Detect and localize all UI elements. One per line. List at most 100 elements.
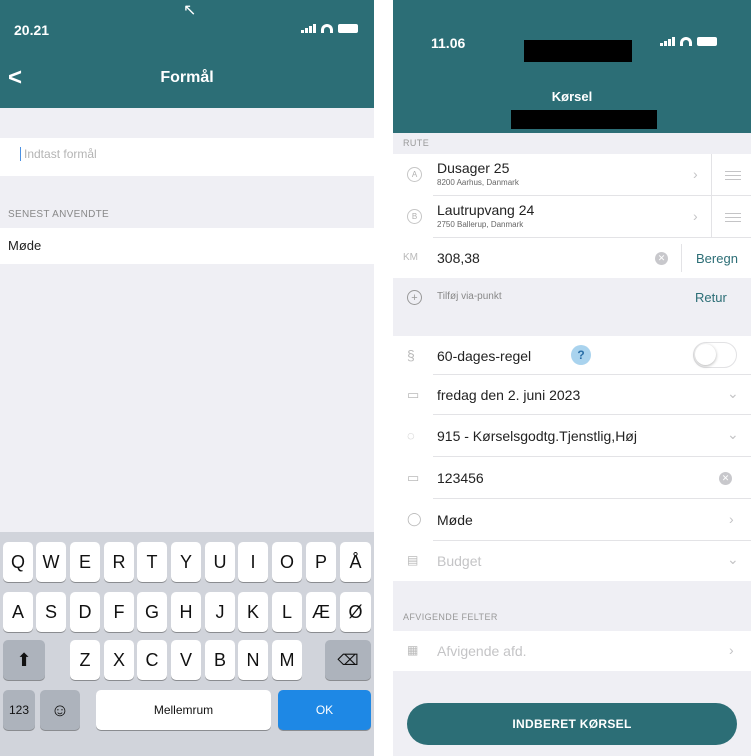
rule-label: 60-dages-regel — [437, 348, 532, 364]
key-x[interactable]: X — [104, 640, 134, 680]
km-row: KM 308,38 ✕ Beregn — [393, 238, 751, 278]
km-label: KM — [403, 252, 418, 263]
key-u[interactable]: U — [205, 542, 235, 582]
space-key[interactable]: Mellemrum — [96, 690, 271, 730]
return-button[interactable]: Retur — [695, 290, 727, 305]
key-a[interactable]: A — [3, 592, 33, 632]
formaal-screen: 20.21 ↖ < Formål SENEST ANVENDTE Møde Q … — [0, 0, 374, 756]
wifi-icon — [321, 24, 333, 33]
recent-section-header: SENEST ANVENDTE — [8, 209, 110, 220]
marker-a-icon: A — [407, 167, 422, 182]
key-t[interactable]: T — [137, 542, 167, 582]
drag-handle-icon[interactable] — [725, 171, 741, 183]
key-i[interactable]: I — [238, 542, 268, 582]
key-f[interactable]: F — [104, 592, 134, 632]
key-g[interactable]: G — [137, 592, 167, 632]
key-l[interactable]: L — [272, 592, 302, 632]
divider — [711, 154, 712, 196]
date-row[interactable]: ▭ fredag den 2. juni 2023 ⌄ — [393, 375, 751, 415]
submit-button[interactable]: INDBERET KØRSEL — [407, 703, 737, 745]
help-icon[interactable]: ? — [571, 345, 591, 365]
signal-icon — [301, 24, 316, 33]
key-oe[interactable]: Ø — [340, 592, 371, 632]
page-title: Kørsel — [551, 89, 593, 104]
chevron-right-icon: › — [729, 642, 734, 658]
battery-icon — [697, 37, 717, 46]
status-time: 11.06 — [431, 35, 466, 51]
license-plate-row[interactable]: ▭ 123456 ✕ — [393, 457, 751, 499]
calendar-icon: ▭ — [407, 387, 420, 402]
purpose-input-row — [0, 138, 374, 176]
backspace-key-icon[interactable]: ⌫ — [325, 640, 371, 680]
key-d[interactable]: D — [70, 592, 100, 632]
signal-icon — [660, 37, 675, 46]
budget-row[interactable]: ▤ Budget ⌄ — [393, 541, 751, 581]
divider — [681, 244, 682, 272]
key-c[interactable]: C — [137, 640, 167, 680]
key-b[interactable]: B — [205, 640, 235, 680]
mouse-cursor-icon: ↖ — [183, 2, 197, 19]
key-k[interactable]: K — [238, 592, 268, 632]
numbers-key[interactable]: 123 — [3, 690, 35, 730]
key-m[interactable]: M — [272, 640, 302, 680]
key-h[interactable]: H — [171, 592, 201, 632]
status-time: 20.21 — [14, 22, 50, 38]
rate-value: 915 - Kørselsgodtg.Tjenstlig,Høj — [437, 428, 637, 444]
purpose-input[interactable] — [20, 147, 350, 161]
chevron-down-icon: ⌄ — [727, 551, 739, 567]
deviating-dept-row[interactable]: ▦ Afvigende afd. › — [393, 631, 751, 671]
building-icon: ▦ — [407, 643, 419, 657]
key-s[interactable]: S — [36, 592, 66, 632]
key-y[interactable]: Y — [171, 542, 201, 582]
nav-bar: < Formål — [0, 50, 374, 108]
license-plate-value: 123456 — [437, 470, 484, 486]
key-ae[interactable]: Æ — [306, 592, 336, 632]
emoji-key-icon[interactable]: ☺ — [40, 690, 80, 730]
car-icon: ▭ — [407, 470, 420, 485]
key-r[interactable]: R — [104, 542, 134, 582]
rule-60-days-row: § 60-dages-regel ? — [393, 336, 751, 375]
marker-b-icon: B — [407, 209, 422, 224]
km-value[interactable]: 308,38 — [437, 250, 480, 266]
clear-icon[interactable]: ✕ — [719, 472, 732, 485]
redaction-box — [511, 110, 657, 129]
date-value: fredag den 2. juni 2023 — [437, 387, 581, 403]
clear-icon[interactable]: ✕ — [655, 252, 668, 265]
divider — [711, 196, 712, 238]
drag-handle-icon[interactable] — [725, 213, 741, 225]
recent-item-moede[interactable]: Møde — [0, 228, 374, 264]
purpose-row[interactable]: ◯ Møde › — [393, 499, 751, 541]
rule-toggle[interactable] — [693, 342, 737, 368]
redaction-box — [524, 40, 632, 62]
key-q[interactable]: Q — [3, 542, 33, 582]
key-n[interactable]: N — [238, 640, 268, 680]
add-circle-icon[interactable]: + — [407, 290, 422, 305]
route-stop-b[interactable]: B Lautrupvang 24 2750 Ballerup, Danmark … — [393, 196, 751, 238]
key-p[interactable]: P — [306, 542, 336, 582]
status-icons — [660, 37, 717, 46]
key-w[interactable]: W — [36, 542, 66, 582]
battery-icon — [338, 24, 358, 33]
ok-key[interactable]: OK — [278, 690, 371, 730]
add-via-point-link[interactable]: Tilføj via-punkt — [437, 291, 502, 302]
budget-icon: ▤ — [407, 553, 419, 567]
key-e[interactable]: E — [70, 542, 100, 582]
route-stop-a[interactable]: A Dusager 25 8200 Aarhus, Danmark › — [393, 154, 751, 196]
speech-bubble-icon: ◯ — [407, 511, 422, 526]
key-o[interactable]: O — [272, 542, 302, 582]
key-aa[interactable]: Å — [340, 542, 371, 582]
route-city: 2750 Ballerup, Danmark — [437, 220, 524, 229]
route-street: Lautrupvang 24 — [437, 202, 535, 218]
chevron-right-icon: › — [693, 166, 698, 182]
key-z[interactable]: Z — [70, 640, 100, 680]
budget-placeholder: Budget — [437, 553, 482, 569]
koersel-screen: 11.06 Kørsel RUTE A Dusager 25 8200 Aarh… — [393, 0, 751, 756]
rate-row[interactable]: ◌ 915 - Kørselsgodtg.Tjenstlig,Høj ⌄ — [393, 415, 751, 457]
paragraph-icon: § — [407, 347, 415, 363]
shift-key-icon[interactable]: ⬆ — [3, 640, 45, 680]
calculate-button[interactable]: Beregn — [696, 251, 738, 266]
rate-icon: ◌ — [407, 428, 415, 443]
key-j[interactable]: J — [205, 592, 235, 632]
route-section-header: RUTE — [403, 138, 430, 148]
key-v[interactable]: V — [171, 640, 201, 680]
